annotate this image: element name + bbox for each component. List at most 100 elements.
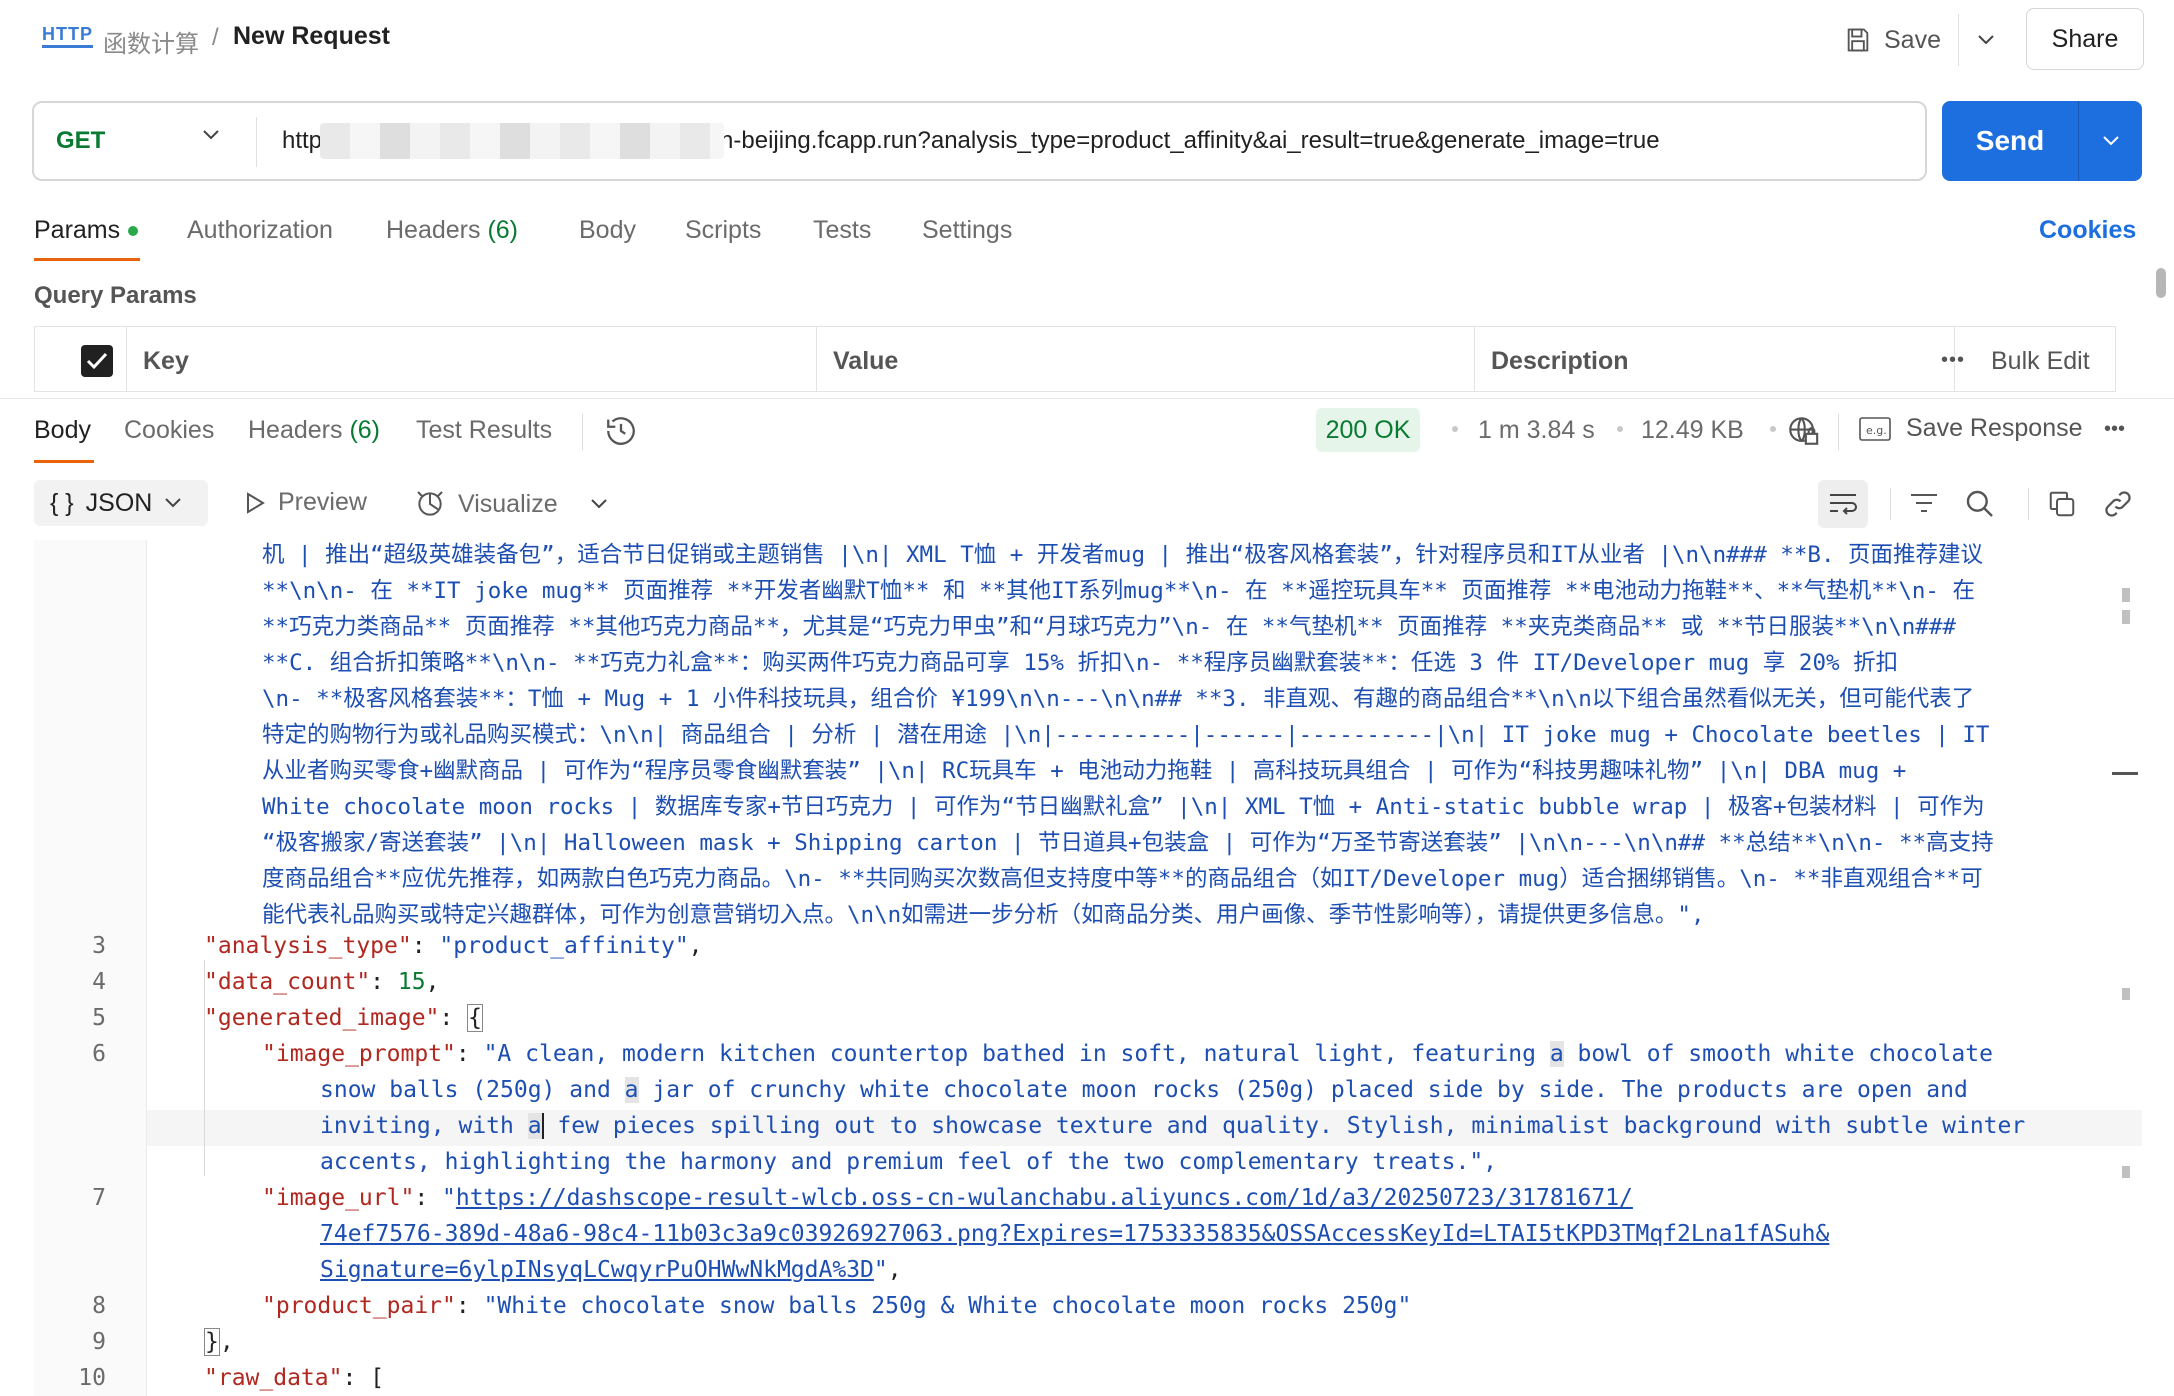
save-label: Save	[1884, 25, 1941, 54]
send-button[interactable]: Send	[1942, 101, 2078, 181]
response-size[interactable]: 12.49 KB	[1641, 416, 1744, 445]
send-options-button[interactable]	[2079, 101, 2142, 181]
save-button[interactable]: Save	[1844, 14, 1941, 66]
pane-splitter[interactable]	[0, 398, 2174, 399]
link-button[interactable]	[2100, 486, 2136, 522]
line-number-gutter	[34, 540, 146, 1396]
redacted-url-segment	[320, 123, 724, 159]
save-response-button[interactable]: e.g. Save Response	[1858, 414, 2083, 443]
image-url-link-end: Signature=6ylpINsyqLCwqyrPuOHWwNkMgdA%3D…	[320, 1257, 902, 1283]
chevron-down-icon	[2102, 136, 2119, 146]
scrollbar-marker	[2122, 988, 2130, 1000]
link-icon	[2105, 491, 2131, 517]
method-select[interactable]: GET	[56, 127, 105, 155]
wrapped-text-line: \n- **极客风格套装**：T恤 + Mug + 1 小件科技玩具，组合价 ¥…	[262, 686, 1975, 712]
status-badge[interactable]: 200 OK	[1316, 408, 1420, 452]
wrap-lines-button[interactable]	[1818, 480, 1868, 528]
scrollbar-position-indicator[interactable]	[2112, 772, 2138, 775]
response-tab-cookies[interactable]: Cookies	[124, 416, 214, 445]
toolbar-separator	[2028, 488, 2029, 520]
response-tab-underline	[34, 460, 94, 463]
filter-button[interactable]	[1906, 486, 1942, 522]
search-button[interactable]	[1962, 486, 1998, 522]
image-url-link[interactable]: Signature=6ylpINsyqLCwqyrPuOHWwNkMgdA%3D	[320, 1257, 874, 1283]
chevron-down-icon	[165, 498, 182, 508]
response-tab-headers[interactable]: Headers (6)	[248, 416, 380, 445]
select-all-checkbox[interactable]	[81, 345, 113, 377]
meta-dot	[1770, 426, 1776, 432]
cookies-link[interactable]: Cookies	[2039, 216, 2136, 245]
wrap-lines-icon	[1830, 494, 1857, 515]
tab-tests[interactable]: Tests	[813, 216, 871, 245]
response-time[interactable]: 1 m 3.84 s	[1478, 416, 1595, 445]
chevron-down-icon[interactable]	[590, 498, 608, 510]
scrollbar-marker	[2122, 1166, 2130, 1178]
tab-scripts[interactable]: Scripts	[685, 216, 761, 245]
line-number: 4	[92, 969, 106, 995]
json-line-image-url: "image_url": "https://dashscope-result-w…	[262, 1185, 1633, 1211]
share-button[interactable]: Share	[2026, 8, 2144, 70]
tab-underline	[34, 258, 140, 261]
toolbar-separator	[1890, 488, 1891, 520]
wrapped-text-line: 能代表礼品购买或特定兴趣群体，可作为创意营销切入点。\n\n如需进一步分析（如商…	[262, 902, 1705, 928]
visualize-icon	[417, 491, 443, 516]
url-suffix: cn-beijing.fcapp.run?analysis_type=produ…	[708, 127, 1660, 154]
line-number: 8	[92, 1293, 106, 1319]
format-select[interactable]: { } JSON	[34, 480, 208, 526]
save-options-button[interactable]	[1958, 14, 2013, 66]
response-tab-test-results[interactable]: Test Results	[416, 416, 552, 445]
visualize-button[interactable]: Visualize	[414, 488, 558, 520]
response-body-editor[interactable]: 机 | 推出“超级英雄装备包”，适合节日促销或主题销售 |\n| XML T恤 …	[34, 540, 2142, 1396]
line-number: 6	[92, 1041, 106, 1067]
json-line-image-prompt-cont: inviting, with a few pieces spilling out…	[320, 1113, 2026, 1139]
meta-separator	[1838, 414, 1839, 450]
copy-icon	[2049, 491, 2075, 517]
tab-params[interactable]: Params	[34, 216, 139, 245]
request-title[interactable]: New Request	[233, 22, 390, 51]
top-bar: HTTP 函数计算 / New Request Save Share	[0, 0, 2174, 76]
breadcrumb-parent[interactable]: 函数计算	[103, 24, 199, 59]
json-line-close-brace: },	[204, 1328, 234, 1356]
json-line-image-prompt: "image_prompt": "A clean, modern kitchen…	[262, 1041, 1993, 1067]
bulk-edit-button[interactable]: Bulk Edit	[1991, 347, 2090, 376]
search-icon	[1966, 490, 1993, 517]
query-params-table: Key Value Description ••• Bulk Edit	[34, 326, 2116, 392]
braces-icon: { }	[50, 488, 74, 517]
history-icon[interactable]	[604, 414, 638, 448]
wrapped-text-line: 机 | 推出“超级英雄装备包”，适合节日促销或主题销售 |\n| XML T恤 …	[262, 542, 1984, 568]
query-params-title: Query Params	[34, 282, 197, 309]
preview-button[interactable]: Preview	[244, 488, 367, 517]
wrapped-text-line: White chocolate moon rocks | 数据库专家+节日巧克力…	[262, 794, 1985, 820]
line-number: 10	[78, 1365, 106, 1391]
save-response-label: Save Response	[1906, 414, 2083, 442]
check-icon	[86, 352, 108, 370]
response-tab-body[interactable]: Body	[34, 416, 91, 445]
chevron-down-icon	[1978, 35, 1994, 45]
json-line-product-pair: "product_pair": "White chocolate snow ba…	[262, 1293, 1412, 1319]
breadcrumb-separator: /	[212, 24, 219, 51]
tab-body[interactable]: Body	[579, 216, 636, 245]
scrollbar-marker	[2122, 588, 2130, 602]
response-more-icon[interactable]: •••	[2104, 418, 2125, 441]
line-number: 9	[92, 1329, 106, 1355]
column-description: Description	[1475, 327, 1955, 391]
json-line-image-prompt-cont: snow balls (250g) and a jar of crunchy w…	[320, 1077, 1968, 1103]
network-globe-icon[interactable]	[1786, 414, 1820, 448]
column-key: Key	[127, 327, 817, 391]
tab-headers[interactable]: Headers (6)	[386, 216, 518, 245]
image-url-link[interactable]: 74ef7576-389d-48a6-98c4-11b03c3a9c039269…	[320, 1221, 1829, 1247]
request-scrollbar[interactable]	[2156, 268, 2166, 298]
more-options-icon[interactable]: •••	[1941, 349, 1965, 372]
copy-button[interactable]	[2044, 486, 2080, 522]
wrapped-text-line: **C. 组合折扣策略**\n\n- **巧克力礼盒**：购买两件巧克力商品可享…	[262, 650, 1899, 676]
play-icon	[247, 491, 265, 514]
image-url-link[interactable]: https://dashscope-result-wlcb.oss-cn-wul…	[456, 1185, 1633, 1211]
line-number: 5	[92, 1005, 106, 1031]
chevron-down-icon[interactable]	[202, 129, 220, 141]
tab-settings[interactable]: Settings	[922, 216, 1012, 245]
tab-authorization[interactable]: Authorization	[187, 216, 333, 245]
meta-dot	[1617, 426, 1623, 432]
wrapped-text-line: 特定的购物行为或礼品购买模式：\n\n| 商品组合 | 分析 | 潜在用途 |\…	[262, 722, 1990, 748]
wrapped-text-line: **\n\n- 在 **IT joke mug** 页面推荐 **开发者幽默T恤…	[262, 578, 1976, 604]
wrapped-text-line: **巧克力类商品** 页面推荐 **其他巧克力商品**，尤其是“巧克力甲虫”和“…	[262, 614, 1956, 640]
